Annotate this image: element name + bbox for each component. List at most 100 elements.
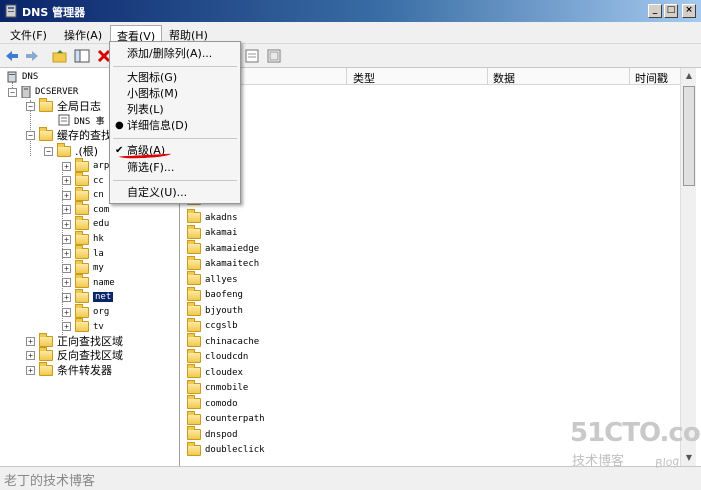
folder-icon	[75, 186, 89, 201]
tree-node-cached-lookups[interactable]: − 缓存的查找	[26, 126, 112, 142]
list-item[interactable]: cloudcdn	[187, 348, 249, 365]
expand-icon[interactable]: +	[62, 161, 71, 171]
expand-icon[interactable]: +	[26, 336, 35, 346]
list-item-label: cloudcdn	[205, 352, 249, 362]
column-header-type[interactable]: 类型	[353, 70, 375, 86]
expand-icon[interactable]: +	[62, 292, 71, 302]
tree-node-tld[interactable]: + cn	[62, 186, 104, 202]
expand-icon[interactable]: +	[62, 219, 71, 229]
list-item[interactable]: ccgslb	[187, 317, 238, 334]
menu-help[interactable]: 帮助(H)	[163, 25, 214, 42]
help-icon[interactable]	[266, 48, 282, 64]
list-item[interactable]: akadns	[187, 209, 238, 225]
collapse-icon[interactable]: −	[26, 101, 35, 111]
toolbar	[0, 44, 701, 68]
folder-icon	[75, 259, 89, 274]
menu-action[interactable]: 操作(A)	[58, 25, 108, 42]
expand-icon[interactable]: +	[62, 307, 71, 317]
collapse-icon[interactable]: −	[26, 130, 35, 140]
scroll-down-icon[interactable]: ▼	[681, 450, 696, 466]
folder-icon	[187, 286, 201, 301]
collapse-icon[interactable]: −	[44, 146, 53, 156]
minimize-button[interactable]: _	[648, 4, 662, 18]
scrollbar-thumb[interactable]	[683, 86, 695, 186]
expand-icon[interactable]: +	[62, 322, 71, 332]
list-item-label: chinacache	[205, 336, 260, 347]
tree-node-root-hint[interactable]: − .(根)	[44, 142, 98, 158]
menu-view[interactable]: 查看(V)	[110, 25, 163, 43]
list-item[interactable]: baofeng	[187, 286, 243, 303]
column-header-data[interactable]: 数据	[493, 70, 515, 86]
folder-icon	[75, 157, 89, 172]
tree-label: hk	[93, 234, 104, 244]
tree-node-tld[interactable]: + com	[62, 201, 109, 217]
expand-icon[interactable]: +	[62, 205, 71, 215]
menu-item-customize[interactable]: 自定义(U)...	[112, 185, 238, 201]
menu-item-filter[interactable]: 筛选(F)...	[112, 160, 238, 176]
close-button[interactable]: ×	[682, 4, 696, 18]
folder-icon	[187, 410, 201, 425]
properties-icon[interactable]	[244, 48, 260, 64]
tree-node-tld[interactable]: + cc	[62, 172, 104, 188]
menu-item-add-remove-columns[interactable]: 添加/删除列(A)...	[112, 46, 238, 62]
menu-item-large-icons[interactable]: 大图标(G)	[112, 70, 238, 86]
tree-node-tld[interactable]: + arpa	[62, 157, 115, 173]
folder-icon	[187, 364, 201, 378]
show-hide-tree-icon[interactable]	[74, 48, 90, 64]
menu-item-list[interactable]: 列表(L)	[112, 102, 238, 118]
list-item[interactable]: comodo	[187, 395, 238, 411]
expand-icon[interactable]: +	[26, 365, 35, 375]
expand-icon[interactable]: +	[62, 190, 71, 200]
tree-node-tld[interactable]: + my	[62, 259, 104, 275]
list-item[interactable]: bjyouth	[187, 302, 243, 318]
list-item[interactable]: akamaiedge	[187, 240, 259, 256]
tree-node-tld[interactable]: + hk	[62, 230, 104, 246]
list-item[interactable]: doubleclick	[187, 441, 265, 458]
list-item-label: ccgslb	[205, 321, 238, 331]
list-item-label: dnspod	[205, 429, 238, 440]
list-item[interactable]: cloudex	[187, 364, 243, 380]
expand-icon[interactable]: +	[26, 350, 35, 360]
list-item[interactable]: dnspod	[187, 426, 238, 442]
tree-node-dns-events[interactable]: DNS 事	[58, 113, 105, 127]
folder-icon	[75, 230, 89, 245]
folder-icon	[39, 97, 53, 112]
tree-node-tld[interactable]: + org	[62, 303, 109, 319]
collapse-icon[interactable]: −	[8, 87, 17, 97]
expand-icon[interactable]: +	[62, 234, 71, 244]
radio-bullet-icon: ●	[115, 120, 124, 131]
list-item[interactable]: akamai	[187, 224, 238, 241]
column-header-timestamp[interactable]: 时间戳	[635, 70, 668, 86]
expand-icon[interactable]: +	[62, 176, 71, 186]
tree-node-global-logs[interactable]: − 全局日志	[26, 97, 101, 113]
menu-file[interactable]: 文件(F)	[4, 25, 53, 42]
vertical-scrollbar[interactable]: ▲ ▼	[680, 68, 696, 466]
list-item[interactable]: akamaitech	[187, 255, 259, 272]
menu-item-small-icons[interactable]: 小图标(M)	[112, 86, 238, 102]
expand-icon[interactable]: +	[62, 263, 71, 273]
expand-icon[interactable]: +	[62, 278, 71, 288]
forward-arrow-icon[interactable]	[24, 48, 40, 64]
list-item[interactable]: allyes	[187, 271, 238, 287]
folder-icon	[187, 348, 201, 363]
tree-node-tld[interactable]: + edu	[62, 215, 109, 231]
back-arrow-icon[interactable]	[4, 48, 20, 64]
tree-node-tld[interactable]: + name	[62, 274, 115, 290]
tree-node-conditional-forwarders[interactable]: + 条件转发器	[26, 361, 112, 377]
tree-node-reverse-zones[interactable]: + 反向查找区域	[26, 346, 123, 362]
tree-node-tld[interactable]: + net	[62, 288, 114, 304]
tree-node-dns[interactable]: DNS	[6, 70, 38, 84]
list-item[interactable]: chinacache	[187, 333, 260, 349]
menu-item-details[interactable]: ● 详细信息(D)	[112, 118, 238, 134]
list-item[interactable]: counterpath	[187, 410, 265, 427]
menu-bar: 文件(F) 操作(A) 查看(V) 帮助(H)	[0, 22, 701, 44]
scroll-up-icon[interactable]: ▲	[681, 68, 696, 84]
list-item-label: comodo	[205, 398, 238, 409]
list-item[interactable]: cnmobile	[187, 379, 248, 396]
folder-icon	[187, 209, 201, 223]
maximize-button[interactable]: □	[664, 4, 678, 18]
tree-node-tld[interactable]: + tv	[62, 318, 104, 334]
tree-node-tld[interactable]: + la	[62, 245, 104, 261]
expand-icon[interactable]: +	[62, 249, 71, 259]
up-folder-icon[interactable]	[52, 48, 68, 64]
